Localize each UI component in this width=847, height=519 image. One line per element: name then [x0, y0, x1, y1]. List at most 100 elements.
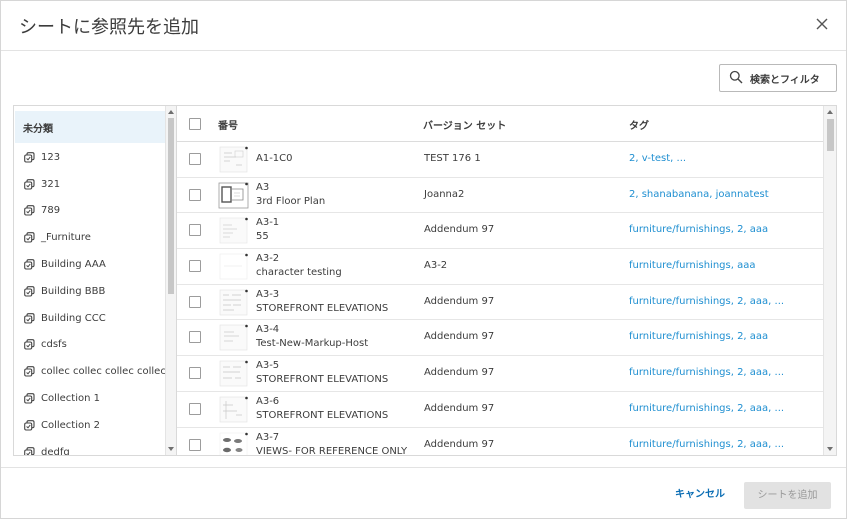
table-body: A1-1C0 TEST 176 1 2, v-test, ... A3 3rd Floo… [177, 142, 824, 456]
column-header-tags[interactable]: タグ [629, 117, 649, 132]
sidebar-item[interactable]: 321 [14, 171, 166, 198]
sidebar-item-label: 789 [41, 205, 61, 217]
table-row[interactable]: A3-1 55 Addendum 97 furniture/furnishings, … [177, 213, 824, 250]
add-reference-dialog: シートに参照先を追加 検索とフィルタ 未分類 123 321 789 _Furnitu… [0, 0, 847, 519]
scroll-up-icon[interactable] [827, 110, 833, 114]
version-set: Addendum 97 [424, 402, 495, 414]
sheet-tags[interactable]: furniture/furnishings, 2, aaa [629, 224, 768, 235]
sidebar-item-label: Building AAA [41, 259, 106, 271]
sheet-thumbnail [218, 323, 249, 352]
collection-icon [24, 393, 35, 404]
sheet-thumbnail [218, 359, 249, 388]
table-row[interactable]: A3-5 STOREFRONT ELEVATIONS Addendum 97 furn… [177, 356, 824, 392]
sidebar-item[interactable]: collec collec collec collec [14, 358, 166, 385]
collection-icon [24, 232, 35, 243]
scroll-down-icon[interactable] [168, 447, 174, 451]
table-scroll-thumb[interactable] [827, 119, 834, 151]
column-header-version-set[interactable]: バージョン セット [423, 117, 506, 132]
sidebar-item[interactable]: _Furniture [14, 224, 166, 251]
sidebar-scrollbar[interactable] [165, 106, 176, 455]
sheet-title: VIEWS- FOR REFERENCE ONLY [256, 445, 408, 456]
sheet-title: STOREFRONT ELEVATIONS [256, 409, 389, 421]
table-row[interactable]: A3-3 STOREFRONT ELEVATIONS Addendum 97 furn… [177, 285, 824, 321]
sidebar-item-label: 321 [41, 178, 61, 190]
version-set: TEST 176 1 [424, 153, 481, 164]
sidebar-item[interactable]: Collection 1 [14, 385, 166, 412]
select-all-checkbox[interactable] [189, 118, 201, 130]
sidebar-item[interactable]: cdsfs [14, 332, 166, 359]
sidebar-item-uncategorized[interactable]: 未分類 [15, 111, 165, 143]
sheet-tags[interactable]: furniture/furnishings, 2, aaa, ... [629, 439, 784, 450]
sheet-tags[interactable]: 2, shanabanana, joannatest [629, 189, 769, 200]
sheet-tags[interactable]: furniture/furnishings, 2, aaa, ... [629, 296, 784, 307]
scroll-up-icon[interactable] [168, 110, 174, 114]
row-checkbox[interactable] [189, 188, 201, 201]
sheet-thumbnail [218, 252, 249, 281]
table-row[interactable]: A3-2 character testing A3-2 furniture/furni… [177, 249, 824, 285]
sidebar-item[interactable]: Building AAA [14, 251, 166, 278]
row-checkbox[interactable] [189, 438, 201, 451]
close-icon[interactable] [814, 16, 830, 32]
sidebar-item-label: dedfg [41, 446, 70, 456]
sidebar-item-label: Building CCC [41, 312, 106, 324]
collection-icon [24, 286, 35, 297]
sheet-tags[interactable]: furniture/furnishings, 2, aaa, ... [629, 367, 784, 378]
sidebar-item[interactable]: dedfg [14, 439, 166, 456]
version-set: Addendum 97 [424, 331, 495, 343]
sheet-tags[interactable]: furniture/furnishings, 2, aaa, ... [629, 403, 784, 414]
sheet-title: 3rd Floor Plan [256, 195, 326, 207]
sheet-number: A3-1 [256, 217, 280, 229]
sidebar-scroll-thumb[interactable] [168, 118, 174, 294]
column-header-number[interactable]: 番号 [218, 117, 238, 132]
row-checkbox[interactable] [189, 295, 201, 308]
table-row[interactable]: A3-6 STOREFRONT ELEVATIONS Addendum 97 furn… [177, 392, 824, 428]
sidebar-item[interactable]: Building BBB [14, 278, 166, 305]
sheet-number: A3-3 [256, 288, 280, 300]
sidebar-item-label: 123 [41, 151, 61, 163]
collection-icon [24, 312, 35, 324]
sheet-number: A3 [256, 181, 270, 193]
sidebar-item[interactable]: 789 [14, 198, 166, 225]
sheet-thumbnail [218, 395, 249, 424]
sheet-tags[interactable]: furniture/furnishings, aaa [629, 260, 755, 271]
row-checkbox[interactable] [189, 224, 201, 237]
sidebar-item-label: cdsfs [41, 339, 67, 351]
cancel-button[interactable]: キャンセル [663, 484, 737, 506]
sheet-thumbnail [218, 288, 249, 317]
sidebar-item[interactable]: Collection 2 [14, 412, 166, 439]
version-set: A3-2 [424, 260, 448, 272]
sheet-thumbnail [218, 431, 249, 455]
table-scrollbar[interactable] [823, 106, 836, 455]
version-set: Joanna2 [424, 188, 465, 200]
table-row[interactable]: A3 3rd Floor Plan Joanna2 2, shanabanana, j… [177, 178, 824, 214]
version-set: Addendum 97 [424, 367, 495, 379]
sheet-tags[interactable]: furniture/furnishings, 2, aaa [629, 331, 768, 342]
sidebar-item[interactable]: 123 [14, 144, 166, 171]
scroll-down-icon[interactable] [827, 447, 833, 451]
sheet-number: A3-5 [256, 360, 280, 372]
sidebar-item-label: Building BBB [41, 285, 106, 297]
row-checkbox[interactable] [189, 402, 201, 415]
row-checkbox[interactable] [189, 153, 201, 165]
collection-sidebar: 未分類 123 321 789 _Furniture Building AAA Build… [13, 105, 177, 456]
sidebar-item[interactable]: Building CCC [14, 305, 166, 332]
sheet-title: 55 [256, 231, 269, 243]
collection-icon [24, 205, 35, 217]
row-checkbox[interactable] [189, 367, 201, 380]
table-row[interactable]: A3-7 VIEWS- FOR REFERENCE ONLY Addendum 97… [177, 428, 824, 456]
search-icon [729, 70, 743, 87]
sheet-thumbnail [218, 145, 249, 174]
row-checkbox[interactable] [189, 260, 201, 273]
dialog-title: シートに参照先を追加 [19, 17, 199, 38]
table-row[interactable]: A3-4 Test-New-Markup-Host Addendum 97 furni… [177, 320, 824, 357]
sheet-number: A3-6 [256, 395, 280, 407]
sheet-thumbnail [218, 216, 249, 245]
collection-icon [24, 420, 35, 431]
sheet-tags[interactable]: 2, v-test, ... [629, 153, 686, 164]
search-filter-button[interactable]: 検索とフィルタ [719, 64, 837, 92]
add-sheet-button[interactable]: シートを追加 [744, 482, 831, 509]
collection-icon [24, 178, 35, 190]
table-row[interactable]: A1-1C0 TEST 176 1 2, v-test, ... [177, 142, 824, 178]
row-checkbox[interactable] [189, 331, 201, 344]
collection-icon [24, 152, 35, 163]
